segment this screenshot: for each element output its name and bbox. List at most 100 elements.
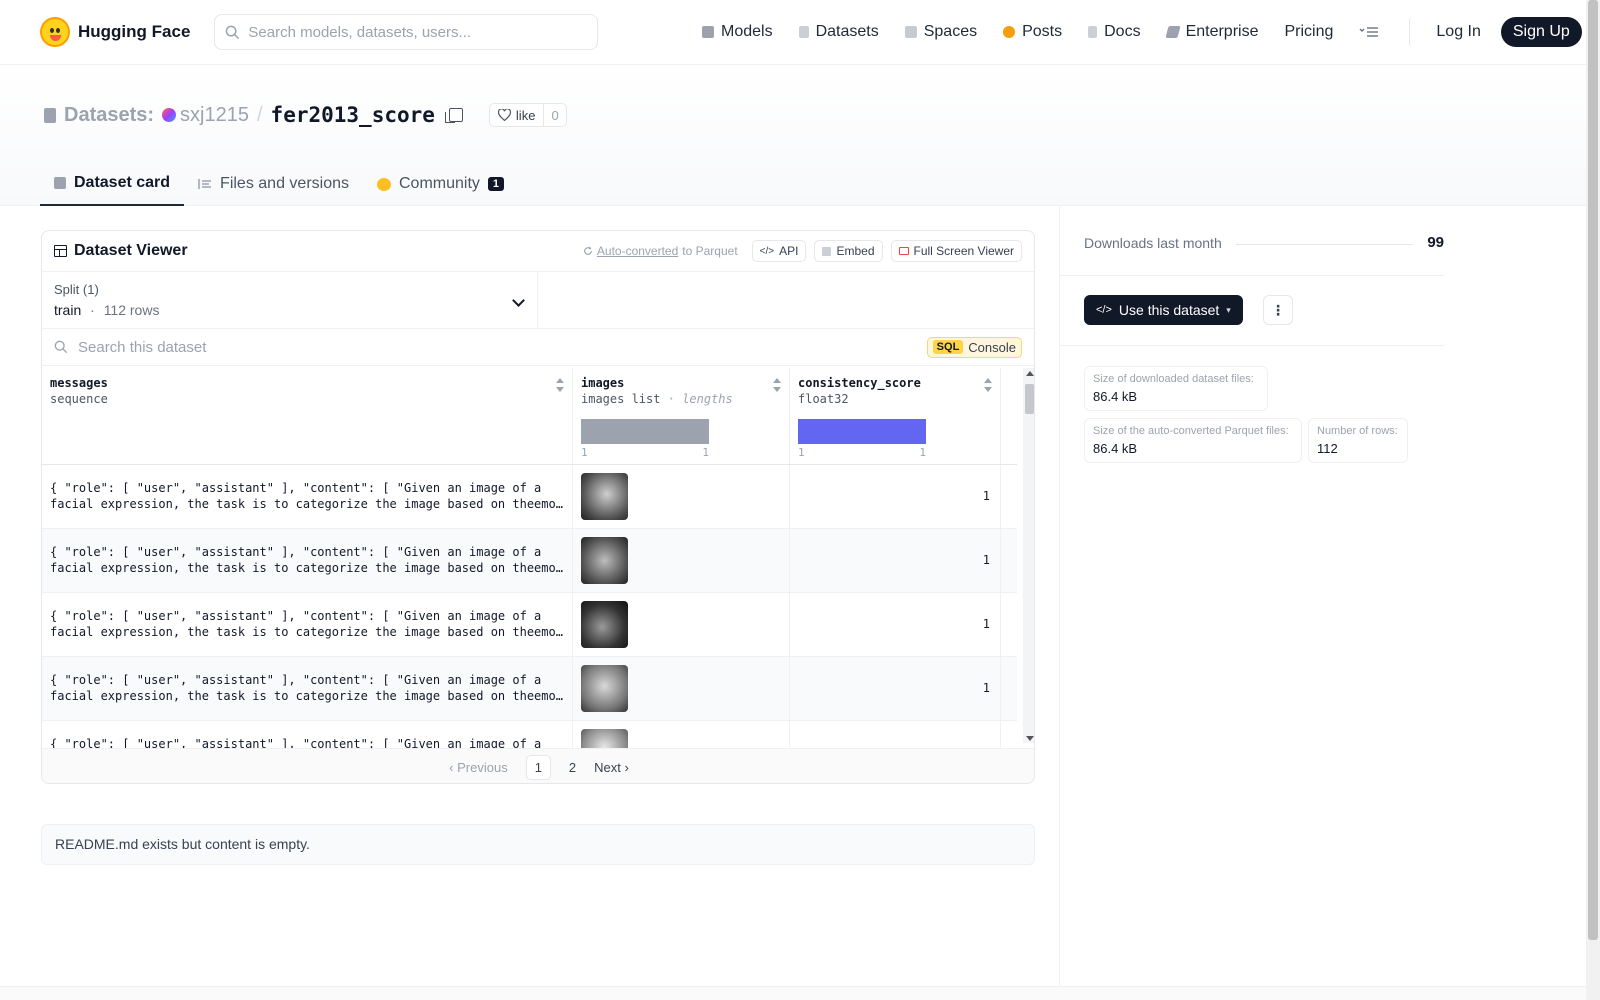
tab-community[interactable]: Community 1 (363, 162, 518, 206)
table-row[interactable]: { "role": [ "user", "assistant" ], "cont… (42, 465, 1017, 529)
nav-docs[interactable]: Docs (1088, 23, 1141, 41)
downloaded-size-stat: Size of downloaded dataset files: 86.4 k… (1084, 366, 1268, 411)
viewer-actions: Auto-converted to Parquet </> API Embed Fu… (583, 240, 1022, 262)
document-icon (1088, 26, 1098, 38)
page-2-button[interactable]: 2 (569, 760, 576, 775)
copy-icon[interactable] (444, 108, 463, 123)
face-image-thumbnail[interactable] (581, 473, 628, 520)
dataset-viewer: Dataset Viewer Auto-converted to Parquet … (41, 230, 1035, 784)
downloads-sparkline (1235, 244, 1414, 245)
column-header-messages[interactable]: messages sequence (42, 368, 573, 464)
use-this-dataset-button[interactable]: </> Use this dataset ▾ (1084, 295, 1243, 325)
nav-models[interactable]: Models (702, 23, 773, 41)
dataset-header: Datasets: sxj1215 / fer2013_score like 0… (0, 65, 1586, 206)
owner-link[interactable]: sxj1215 (180, 104, 249, 127)
scrollbar-thumb[interactable] (1025, 384, 1034, 414)
messages-cell[interactable]: { "role": [ "user", "assistant" ], "cont… (42, 657, 573, 720)
divider (1060, 275, 1444, 276)
nav-pricing[interactable]: Pricing (1284, 23, 1333, 41)
score-cell[interactable]: 1 (790, 465, 1001, 528)
images-cell[interactable] (573, 465, 790, 528)
embed-button[interactable]: Embed (814, 240, 883, 262)
table-row[interactable]: { "role": [ "user", "assistant" ], "cont… (42, 529, 1017, 593)
split-selector[interactable]: Split (1) train · 112 rows (42, 272, 538, 328)
images-length-histogram[interactable] (581, 419, 709, 444)
global-search-input[interactable] (248, 23, 588, 41)
nav-datasets[interactable]: Datasets (798, 23, 879, 41)
face-image-thumbnail[interactable] (581, 601, 628, 648)
enterprise-icon (1164, 26, 1181, 38)
sql-console-button[interactable]: SQL Console (926, 336, 1022, 358)
messages-cell[interactable]: { "role": [ "user", "assistant" ], "cont… (42, 721, 573, 748)
page-scrollbar-thumb[interactable] (1588, 0, 1598, 940)
split-label: Split (1) (54, 282, 99, 297)
fullscreen-icon (898, 247, 909, 255)
database-icon (44, 107, 56, 123)
dataset-search-placeholder: Search this dataset (78, 338, 207, 356)
page-1-button[interactable]: 1 (525, 754, 551, 780)
sql-tag: SQL (932, 340, 964, 354)
page-scrollbar[interactable] (1586, 0, 1600, 1000)
scroll-up-icon[interactable] (1026, 371, 1034, 376)
images-cell[interactable] (573, 657, 790, 720)
dataset-search-bar[interactable]: Search this dataset SQL Console (42, 329, 1034, 366)
login-button[interactable]: Log In (1436, 23, 1480, 41)
menu-icon (1359, 27, 1379, 37)
images-cell[interactable] (573, 529, 790, 592)
messages-cell[interactable]: { "role": [ "user", "assistant" ], "cont… (42, 465, 573, 528)
like-button[interactable]: like 0 (488, 103, 567, 127)
tab-dataset-card[interactable]: Dataset card (40, 162, 185, 206)
brand-logo[interactable]: Hugging Face (40, 17, 190, 47)
api-button[interactable]: </> API (751, 240, 807, 262)
path-separator: / (256, 103, 263, 126)
messages-cell[interactable]: { "role": [ "user", "assistant" ], "cont… (42, 529, 573, 592)
refresh-icon (583, 246, 592, 255)
scroll-down-icon[interactable] (1026, 736, 1034, 741)
owner-avatar[interactable] (162, 108, 177, 122)
nav-posts[interactable]: Posts (1003, 23, 1062, 41)
face-image-thumbnail[interactable] (581, 729, 628, 748)
table-row[interactable]: { "role": [ "user", "assistant" ], "cont… (42, 657, 1017, 721)
top-navbar: Hugging Face Models Datasets Spaces Post… (0, 0, 1586, 65)
table-body: { "role": [ "user", "assistant" ], "cont… (42, 465, 1017, 748)
auto-converted-link[interactable]: Auto-converted (597, 244, 678, 258)
chevron-down-icon: ▾ (1226, 304, 1231, 315)
pagination: ‹ Previous 1 2 Next › (42, 748, 1034, 783)
face-image-thumbnail[interactable] (581, 665, 628, 712)
hugging-face-emoji-icon (40, 17, 70, 47)
nav-enterprise[interactable]: Enterprise (1164, 23, 1258, 41)
dataset-name[interactable]: fer2013_score (271, 103, 435, 127)
sort-icon[interactable] (984, 378, 992, 392)
face-image-thumbnail[interactable] (581, 537, 628, 584)
sort-icon[interactable] (556, 378, 564, 392)
signup-button[interactable]: Sign Up (1500, 17, 1582, 47)
table-row[interactable]: { "role": [ "user", "assistant" ], "cont… (42, 593, 1017, 657)
score-cell[interactable]: 1 (790, 593, 1001, 656)
datasets-breadcrumb[interactable]: Datasets: (44, 104, 154, 127)
nav-divider (1409, 19, 1411, 45)
nav-spaces[interactable]: Spaces (904, 23, 977, 41)
images-cell[interactable] (573, 721, 790, 748)
images-cell[interactable] (573, 593, 790, 656)
next-page-button[interactable]: Next › (594, 760, 629, 775)
score-cell[interactable]: 1 (790, 657, 1001, 720)
global-search[interactable] (214, 14, 599, 50)
messages-cell[interactable]: { "role": [ "user", "assistant" ], "cont… (42, 593, 573, 656)
previous-page-button[interactable]: ‹ Previous (449, 760, 508, 775)
cube-icon (54, 177, 66, 189)
score-cell[interactable] (790, 721, 1001, 748)
tab-files-and-versions[interactable]: Files and versions (184, 162, 363, 206)
column-header-images[interactable]: images images list · lengths 11 (573, 368, 790, 464)
brand-name: Hugging Face (78, 22, 191, 41)
database-icon (798, 26, 809, 38)
sort-icon[interactable] (773, 378, 781, 392)
more-options-button[interactable]: ⋮ (1263, 295, 1293, 325)
table-row[interactable]: { "role": [ "user", "assistant" ], "cont… (42, 721, 1017, 748)
score-cell[interactable]: 1 (790, 529, 1001, 592)
table-scrollbar[interactable] (1023, 368, 1034, 743)
score-histogram[interactable] (798, 419, 926, 444)
divider (1060, 345, 1444, 346)
nav-more-menu[interactable] (1359, 25, 1379, 39)
column-header-consistency-score[interactable]: consistency_score float32 11 (790, 368, 1001, 464)
full-screen-viewer-button[interactable]: Full Screen Viewer (890, 240, 1022, 262)
